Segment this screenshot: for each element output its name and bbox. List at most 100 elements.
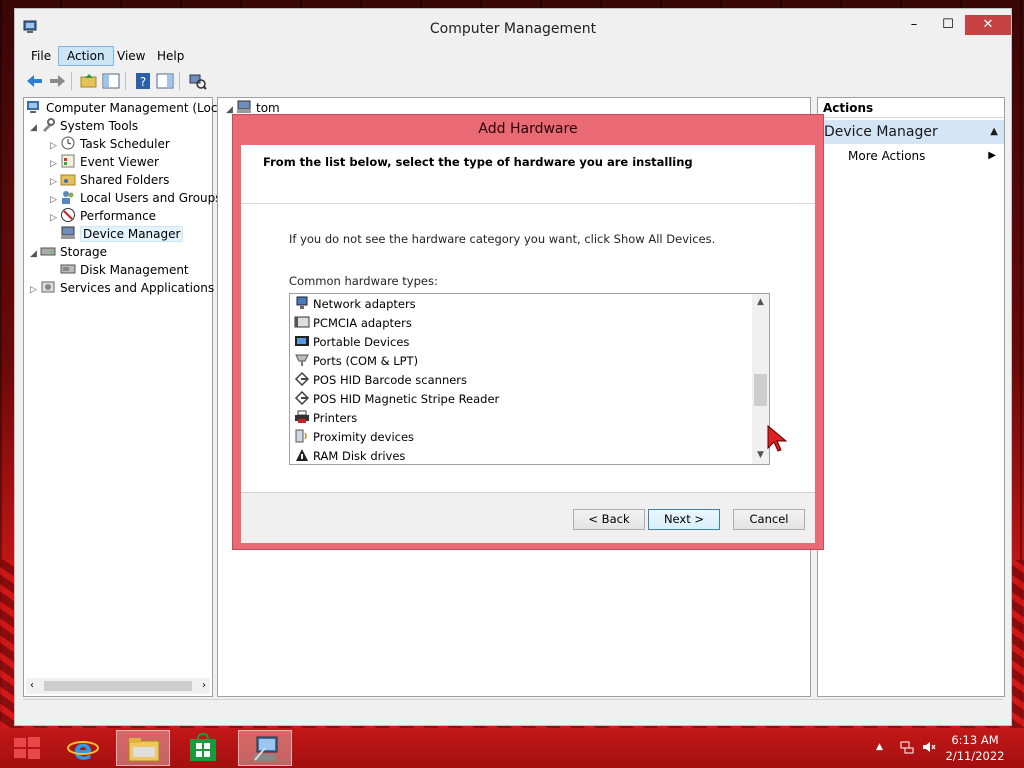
scroll-left-icon[interactable]: ‹ <box>30 678 34 694</box>
clock-time: 6:13 AM <box>951 733 999 747</box>
tree-item-label: Storage <box>60 245 107 259</box>
menu-file[interactable]: File <box>23 46 59 66</box>
collapse-up-icon[interactable]: ▲ <box>990 120 998 144</box>
ram-disk-icon <box>296 449 308 461</box>
tree-item-computer-management[interactable]: Computer Management (Local <box>26 99 228 117</box>
menu-help[interactable]: Help <box>149 46 192 66</box>
menu-action[interactable]: Action <box>58 46 114 66</box>
tree-item-local-users-groups[interactable]: ▷ Local Users and Groups <box>50 189 222 207</box>
actions-section-device-manager[interactable]: Device Manager ▲ <box>818 120 1004 144</box>
tree-item-label: Device Manager <box>80 226 184 242</box>
svg-text:e: e <box>74 733 93 763</box>
dialog-title: Add Hardware <box>478 121 578 137</box>
back-arrow-icon[interactable] <box>25 71 45 91</box>
tree-item-system-tools[interactable]: ◢ System Tools <box>30 117 138 135</box>
scroll-up-icon[interactable]: ▲ <box>752 294 769 311</box>
close-button[interactable]: ✕ <box>965 15 1011 35</box>
taskbar-internet-explorer[interactable]: e <box>56 730 110 766</box>
tree-item-services-applications[interactable]: ▷ Services and Applications <box>30 279 214 297</box>
svg-text:?: ? <box>140 75 146 89</box>
toolbar: ? <box>23 69 1003 95</box>
tree-item-label: System Tools <box>60 119 139 133</box>
menu-view[interactable]: View <box>109 46 153 66</box>
portable-device-icon <box>295 336 309 346</box>
tree-item-task-scheduler[interactable]: ▷ Task Scheduler <box>50 135 170 153</box>
horizontal-scrollbar[interactable]: ‹ › <box>26 678 210 694</box>
start-button[interactable] <box>2 730 56 766</box>
toolbar-separator <box>179 72 180 90</box>
services-icon <box>41 281 55 293</box>
expand-arrow-icon[interactable]: ▷ <box>30 281 40 299</box>
show-hide-tree-icon[interactable] <box>101 71 121 91</box>
next-button[interactable]: Next > <box>648 509 720 530</box>
tree-item-label: Disk Management <box>80 263 189 277</box>
window-title: Computer Management <box>429 21 597 37</box>
collapse-arrow-icon[interactable]: ◢ <box>30 119 40 137</box>
list-item-label: Portable Devices <box>313 335 410 349</box>
scroll-right-icon[interactable]: › <box>202 678 206 694</box>
up-folder-icon[interactable] <box>79 71 99 91</box>
scrollbar-thumb[interactable] <box>44 681 192 691</box>
more-actions-item[interactable]: More Actions <box>848 146 925 166</box>
list-item-label: Network adapters <box>313 297 416 311</box>
status-bar <box>23 699 1003 722</box>
tree-item-shared-folders[interactable]: ▷ Shared Folders <box>50 171 169 189</box>
show-hidden-icons[interactable]: ▲ <box>876 740 890 754</box>
back-button[interactable]: < Back <box>573 509 645 530</box>
cancel-button[interactable]: Cancel <box>733 509 805 530</box>
tree-item-event-viewer[interactable]: ▷ Event Viewer <box>50 153 159 171</box>
scan-hardware-icon[interactable] <box>187 71 207 91</box>
tree-item-device-manager[interactable]: Device Manager <box>50 225 184 243</box>
hardware-list-label: Common hardware types: <box>289 274 438 288</box>
list-item-pcmcia-adapters[interactable]: PCMCIA adapters <box>294 314 412 333</box>
volume-muted-icon[interactable] <box>922 740 936 754</box>
minimize-button[interactable]: – <box>899 15 929 35</box>
title-bar[interactable]: Computer Management – ☐ ✕ <box>15 9 1011 45</box>
system-clock[interactable]: 6:13 AM 2/11/2022 <box>940 732 1010 764</box>
more-actions-label: More Actions <box>848 149 926 163</box>
collapse-arrow-icon[interactable]: ◢ <box>30 245 40 263</box>
scrollbar-thumb[interactable] <box>754 374 767 406</box>
list-item-proximity[interactable]: Proximity devices <box>294 428 414 447</box>
list-item-network-adapters[interactable]: Network adapters <box>294 295 416 314</box>
performance-icon <box>61 208 75 222</box>
pos-hid-icon <box>294 372 310 386</box>
network-icon[interactable] <box>900 740 914 754</box>
mouse-cursor-icon <box>767 424 788 452</box>
taskbar-store[interactable] <box>176 730 230 766</box>
event-viewer-icon <box>61 154 75 168</box>
list-item-ram-disk[interactable]: RAM Disk drives <box>294 447 405 464</box>
help-icon[interactable]: ? <box>133 71 153 91</box>
wizard-header: From the list below, select the type of … <box>241 145 815 204</box>
menu-bar: File Action View Help <box>23 45 1003 67</box>
list-item-pos-magnetic[interactable]: POS HID Magnetic Stripe Reader <box>294 390 499 409</box>
list-item-printers[interactable]: Printers <box>294 409 357 428</box>
tree-item-disk-management[interactable]: Disk Management <box>50 261 189 279</box>
network-adapter-icon <box>296 296 308 309</box>
tree-item-storage[interactable]: ◢ Storage <box>30 243 107 261</box>
actions-header: Actions <box>818 98 1004 118</box>
disk-management-icon <box>60 264 76 274</box>
shared-folders-icon <box>60 174 76 186</box>
submenu-arrow-icon[interactable]: ▶ <box>988 146 996 166</box>
list-item-label: POS HID Magnetic Stripe Reader <box>313 392 500 406</box>
actions-section-label: Device Manager <box>824 124 938 140</box>
list-item-ports[interactable]: Ports (COM & LPT) <box>294 352 418 371</box>
list-item-label: Proximity devices <box>313 430 415 444</box>
tree-item-performance[interactable]: ▷ Performance <box>50 207 156 225</box>
list-item-pos-barcode[interactable]: POS HID Barcode scanners <box>294 371 467 390</box>
maximize-button[interactable]: ☐ <box>933 15 963 35</box>
tree-item-label: Task Scheduler <box>80 137 170 151</box>
taskbar-computer-management[interactable] <box>238 730 292 766</box>
list-item-label: POS HID Barcode scanners <box>313 373 468 387</box>
forward-arrow-icon[interactable] <box>47 71 67 91</box>
pcmcia-icon <box>294 316 310 328</box>
wizard-body: If you do not see the hardware category … <box>241 204 815 493</box>
list-item-portable-devices[interactable]: Portable Devices <box>294 333 409 352</box>
taskbar-file-explorer[interactable] <box>116 730 170 766</box>
printer-icon <box>295 410 309 423</box>
store-icon <box>190 733 216 761</box>
hardware-type-list[interactable]: Network adapters PCMCIA adapters Portabl… <box>289 293 770 465</box>
tree-item-label: Shared Folders <box>80 173 170 187</box>
show-hide-action-pane-icon[interactable] <box>155 71 175 91</box>
